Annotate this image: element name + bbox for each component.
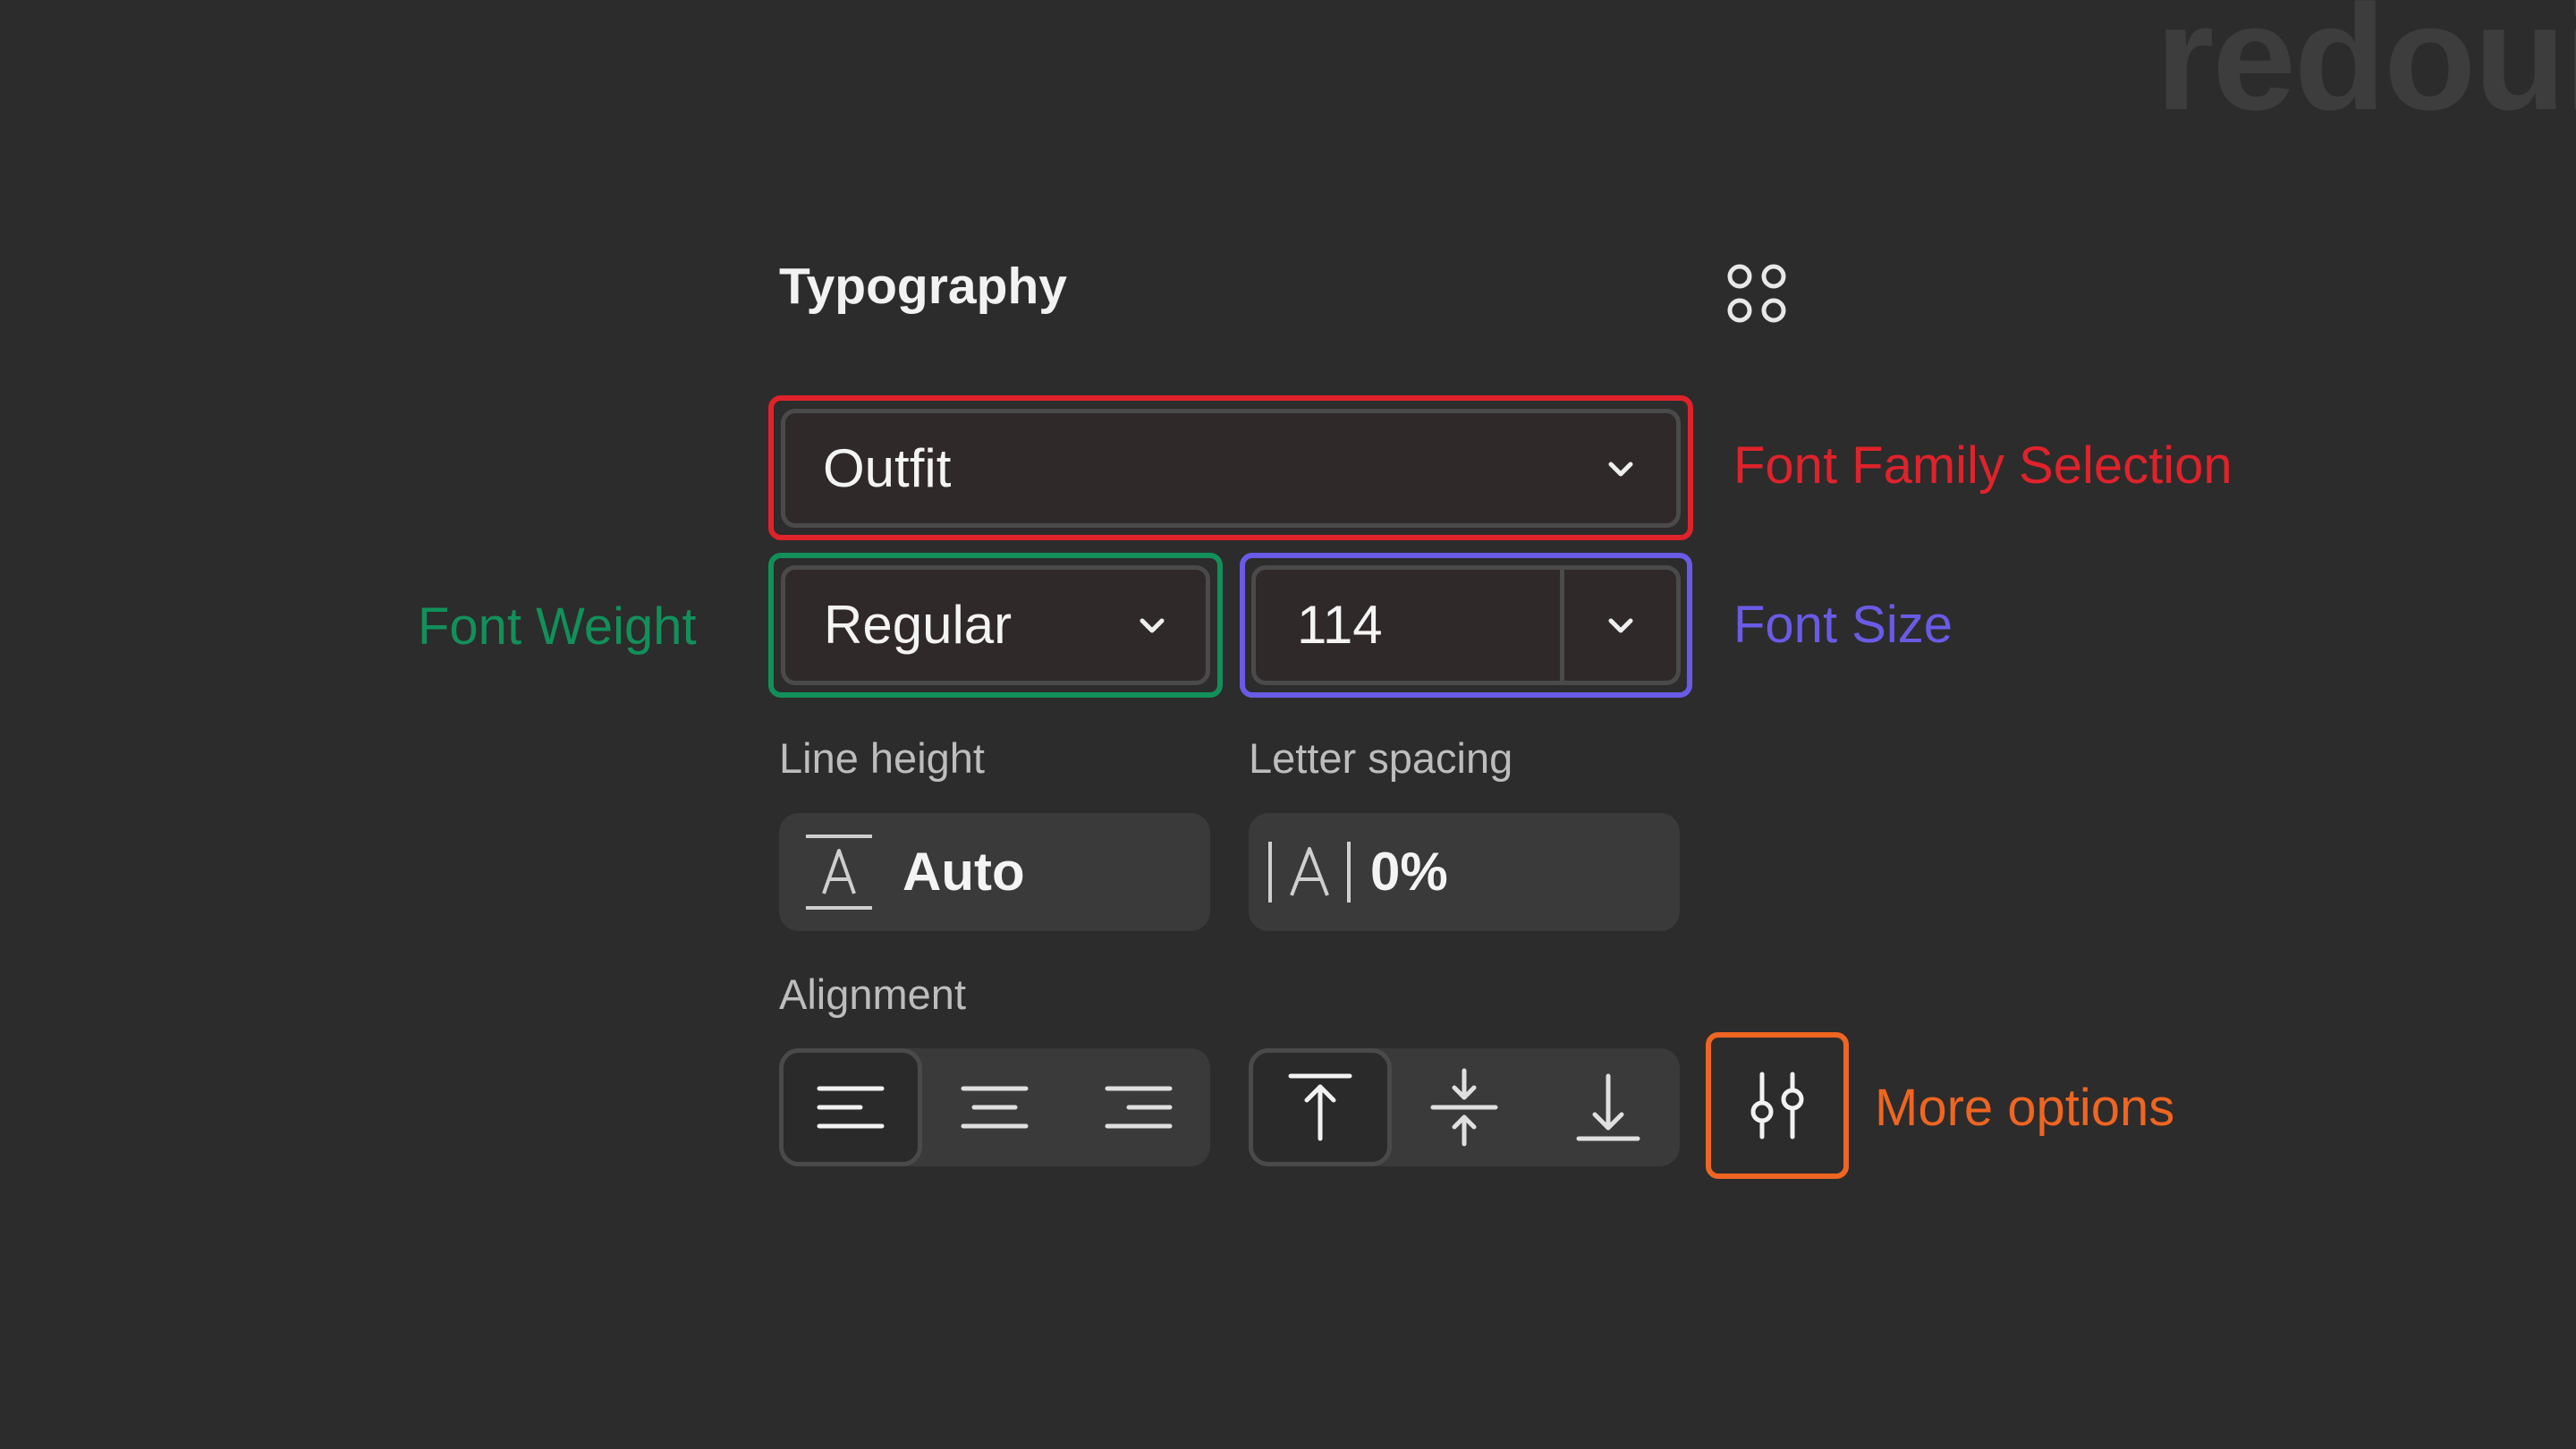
annotation-more-options: More options xyxy=(1875,1079,2175,1137)
align-top-button[interactable] xyxy=(1249,1048,1392,1166)
align-bottom-button[interactable] xyxy=(1537,1048,1680,1166)
align-center-button[interactable] xyxy=(923,1048,1066,1166)
align-left-button[interactable] xyxy=(779,1048,922,1166)
font-size-select[interactable]: 114 xyxy=(1251,565,1681,685)
align-middle-icon xyxy=(1430,1068,1498,1147)
letter-spacing-label: Letter spacing xyxy=(1249,734,1513,782)
align-bottom-icon xyxy=(1576,1073,1640,1141)
panel-title: Typography xyxy=(779,258,1067,315)
align-left-icon xyxy=(817,1086,885,1129)
align-right-button[interactable] xyxy=(1067,1048,1210,1166)
align-middle-button[interactable] xyxy=(1393,1048,1536,1166)
annotation-font-weight: Font Weight xyxy=(418,597,697,656)
sliders-icon xyxy=(1750,1072,1804,1140)
chevron-down-icon[interactable] xyxy=(1603,607,1639,643)
font-size-value[interactable]: 114 xyxy=(1297,598,1383,652)
more-options-button[interactable] xyxy=(1711,1038,1843,1174)
annotation-font-family: Font Family Selection xyxy=(1733,436,2233,495)
horizontal-alignment-group xyxy=(779,1048,1210,1166)
annotation-font-size: Font Size xyxy=(1733,596,1953,654)
line-height-label: Line height xyxy=(779,734,985,782)
four-circles-icon[interactable] xyxy=(1724,261,1789,326)
line-height-icon xyxy=(806,835,872,910)
chevron-down-icon xyxy=(1608,462,1633,477)
font-family-value: Outfit xyxy=(823,437,952,498)
align-center-icon xyxy=(961,1086,1029,1129)
letter-spacing-input[interactable]: 0% xyxy=(1249,813,1680,931)
alignment-label: Alignment xyxy=(779,970,966,1018)
watermark-logo: redoui xyxy=(2156,0,2576,141)
font-family-select[interactable]: Outfit xyxy=(781,409,1681,528)
align-right-icon xyxy=(1105,1086,1173,1129)
letter-spacing-value: 0% xyxy=(1370,842,1448,902)
align-top-icon xyxy=(1288,1073,1352,1141)
vertical-alignment-group xyxy=(1249,1048,1680,1166)
font-size-divider xyxy=(1560,570,1564,681)
font-weight-select[interactable]: Regular xyxy=(781,565,1210,685)
line-height-value: Auto xyxy=(902,842,1025,902)
letter-spacing-icon xyxy=(1268,842,1351,902)
font-weight-value: Regular xyxy=(824,595,1013,655)
chevron-down-icon xyxy=(1140,618,1165,633)
line-height-input[interactable]: Auto xyxy=(779,813,1210,931)
